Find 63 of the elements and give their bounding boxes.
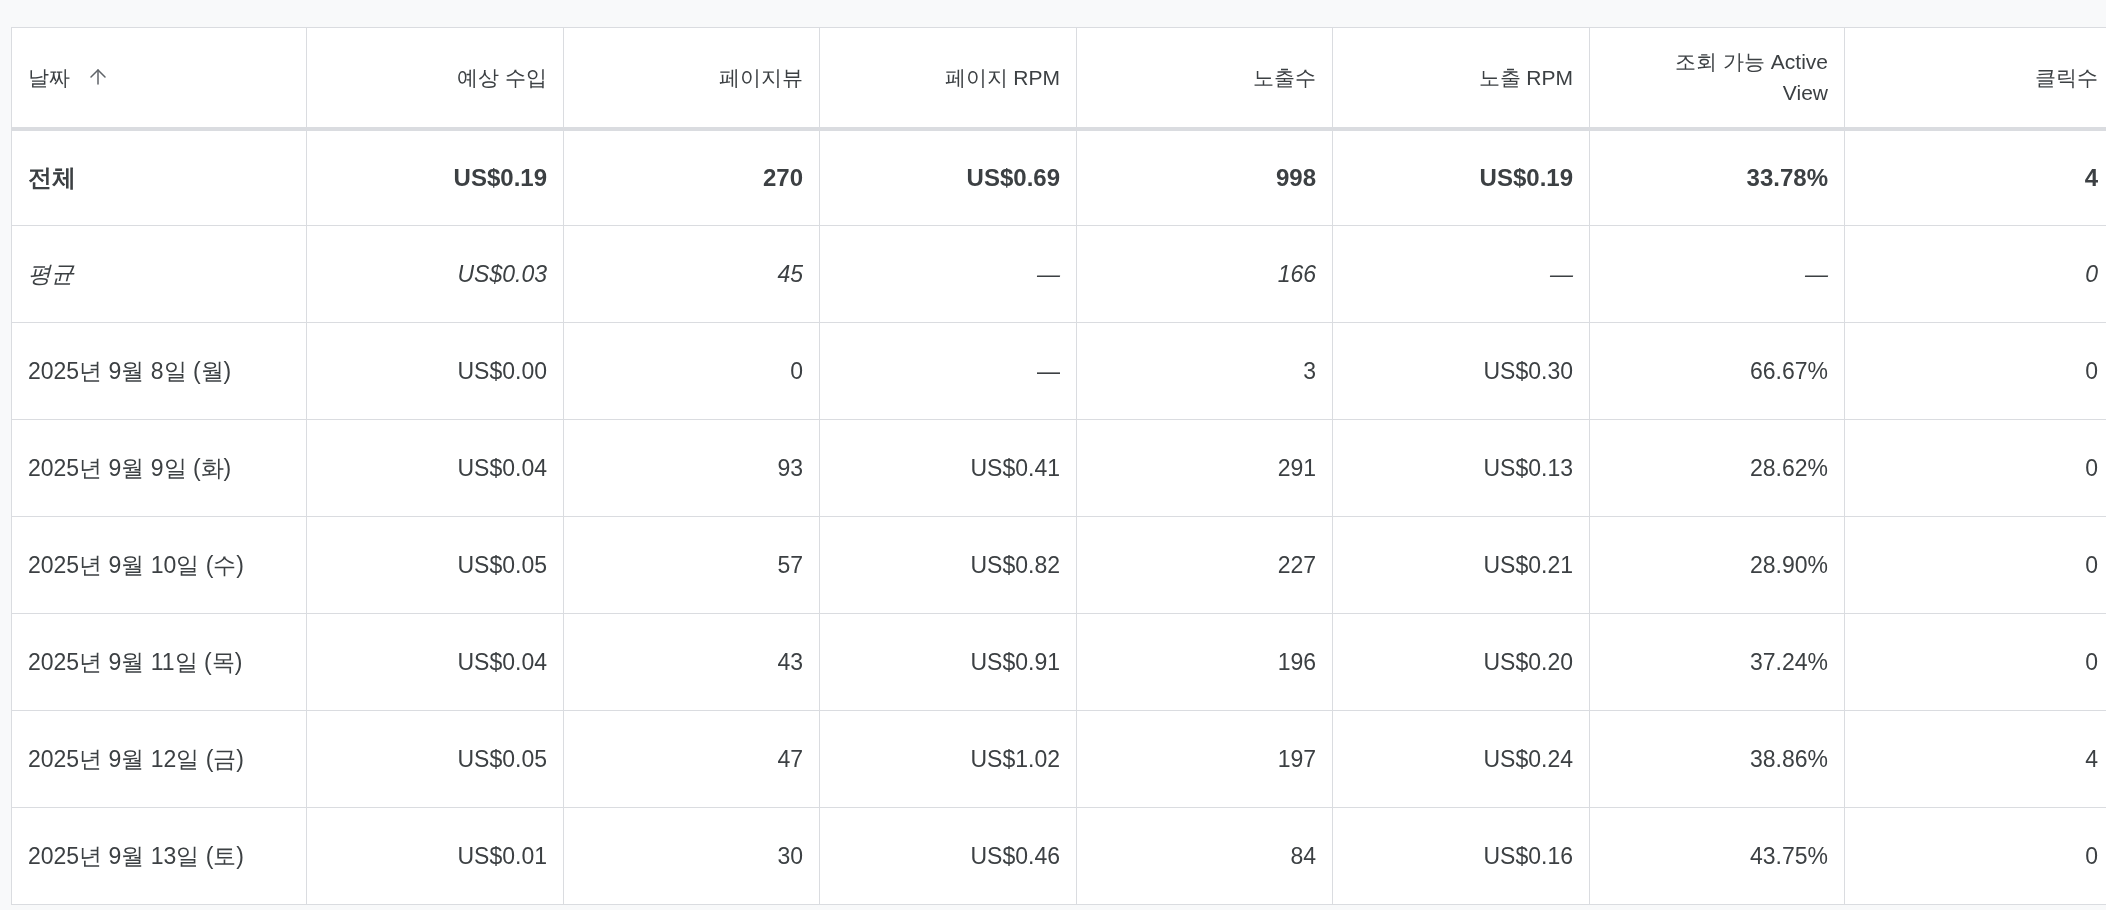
table-cell: 28.62% — [1589, 419, 1845, 517]
table-cell: US$0.30 — [1332, 322, 1590, 420]
table-cell: 평균 — [11, 225, 307, 323]
table-cell: 전체 — [11, 128, 307, 226]
table-cell: US$0.01 — [306, 807, 564, 905]
table-cell: 93 — [563, 419, 820, 517]
table-cell: US$0.16 — [1332, 807, 1590, 905]
table-cell: 3 — [1076, 322, 1333, 420]
table-cell: 37.24% — [1589, 613, 1845, 711]
table-cell: US$0.03 — [306, 225, 564, 323]
table-cell: US$0.04 — [306, 419, 564, 517]
column-header[interactable]: 노출 RPM — [1332, 27, 1590, 129]
table-cell: US$0.04 — [306, 613, 564, 711]
table-cell: US$1.02 — [819, 710, 1077, 808]
table-cell: 2025년 9월 11일 (목) — [11, 613, 307, 711]
table-cell: — — [819, 225, 1077, 323]
table-cell: 291 — [1076, 419, 1333, 517]
column-header[interactable]: 페이지 RPM — [819, 27, 1077, 129]
table-cell: 2025년 9월 8일 (월) — [11, 322, 307, 420]
table-cell: 33.78% — [1589, 128, 1845, 226]
table-cell: 2025년 9월 9일 (화) — [11, 419, 307, 517]
table-cell: US$0.69 — [819, 128, 1077, 226]
table-cell: US$0.91 — [819, 613, 1077, 711]
table-cell: — — [1589, 225, 1845, 323]
table-cell: 38.86% — [1589, 710, 1845, 808]
table-cell: 270 — [563, 128, 820, 226]
table-cell: US$0.05 — [306, 710, 564, 808]
table-cell: 43.75% — [1589, 807, 1845, 905]
table-cell: US$0.19 — [1332, 128, 1590, 226]
table-cell: US$0.00 — [306, 322, 564, 420]
table-cell: US$0.20 — [1332, 613, 1590, 711]
table-cell: US$0.05 — [306, 516, 564, 614]
table-cell: 0 — [563, 322, 820, 420]
column-header[interactable]: 조회 가능 Active View — [1589, 27, 1845, 129]
table-cell: US$0.41 — [819, 419, 1077, 517]
table-cell: US$0.13 — [1332, 419, 1590, 517]
table-cell: 30 — [563, 807, 820, 905]
table-cell: 166 — [1076, 225, 1333, 323]
column-header[interactable]: 페이지뷰 — [563, 27, 820, 129]
table-cell: US$0.46 — [819, 807, 1077, 905]
table-cell: 66.67% — [1589, 322, 1845, 420]
table-cell: 84 — [1076, 807, 1333, 905]
table-cell: 47 — [563, 710, 820, 808]
table-cell: 2025년 9월 12일 (금) — [11, 710, 307, 808]
table-cell: 998 — [1076, 128, 1333, 226]
table-cell: US$0.21 — [1332, 516, 1590, 614]
table-cell: US$0.24 — [1332, 710, 1590, 808]
table-cell: 227 — [1076, 516, 1333, 614]
table-cell: US$0.19 — [306, 128, 564, 226]
table-cell: 43 — [563, 613, 820, 711]
table-cell: — — [819, 322, 1077, 420]
table-cell: — — [1332, 225, 1590, 323]
table-cell: 197 — [1076, 710, 1333, 808]
column-header[interactable]: 날짜 — [11, 27, 307, 129]
table-cell: 2025년 9월 10일 (수) — [11, 516, 307, 614]
column-header[interactable]: 노출수 — [1076, 27, 1333, 129]
table-cell: 57 — [563, 516, 820, 614]
table-cell: 196 — [1076, 613, 1333, 711]
table-cell: 28.90% — [1589, 516, 1845, 614]
table-cell: 45 — [563, 225, 820, 323]
table-cell: US$0.82 — [819, 516, 1077, 614]
column-header[interactable]: 예상 수입 — [306, 27, 564, 129]
table-cell: 2025년 9월 13일 (토) — [11, 807, 307, 905]
